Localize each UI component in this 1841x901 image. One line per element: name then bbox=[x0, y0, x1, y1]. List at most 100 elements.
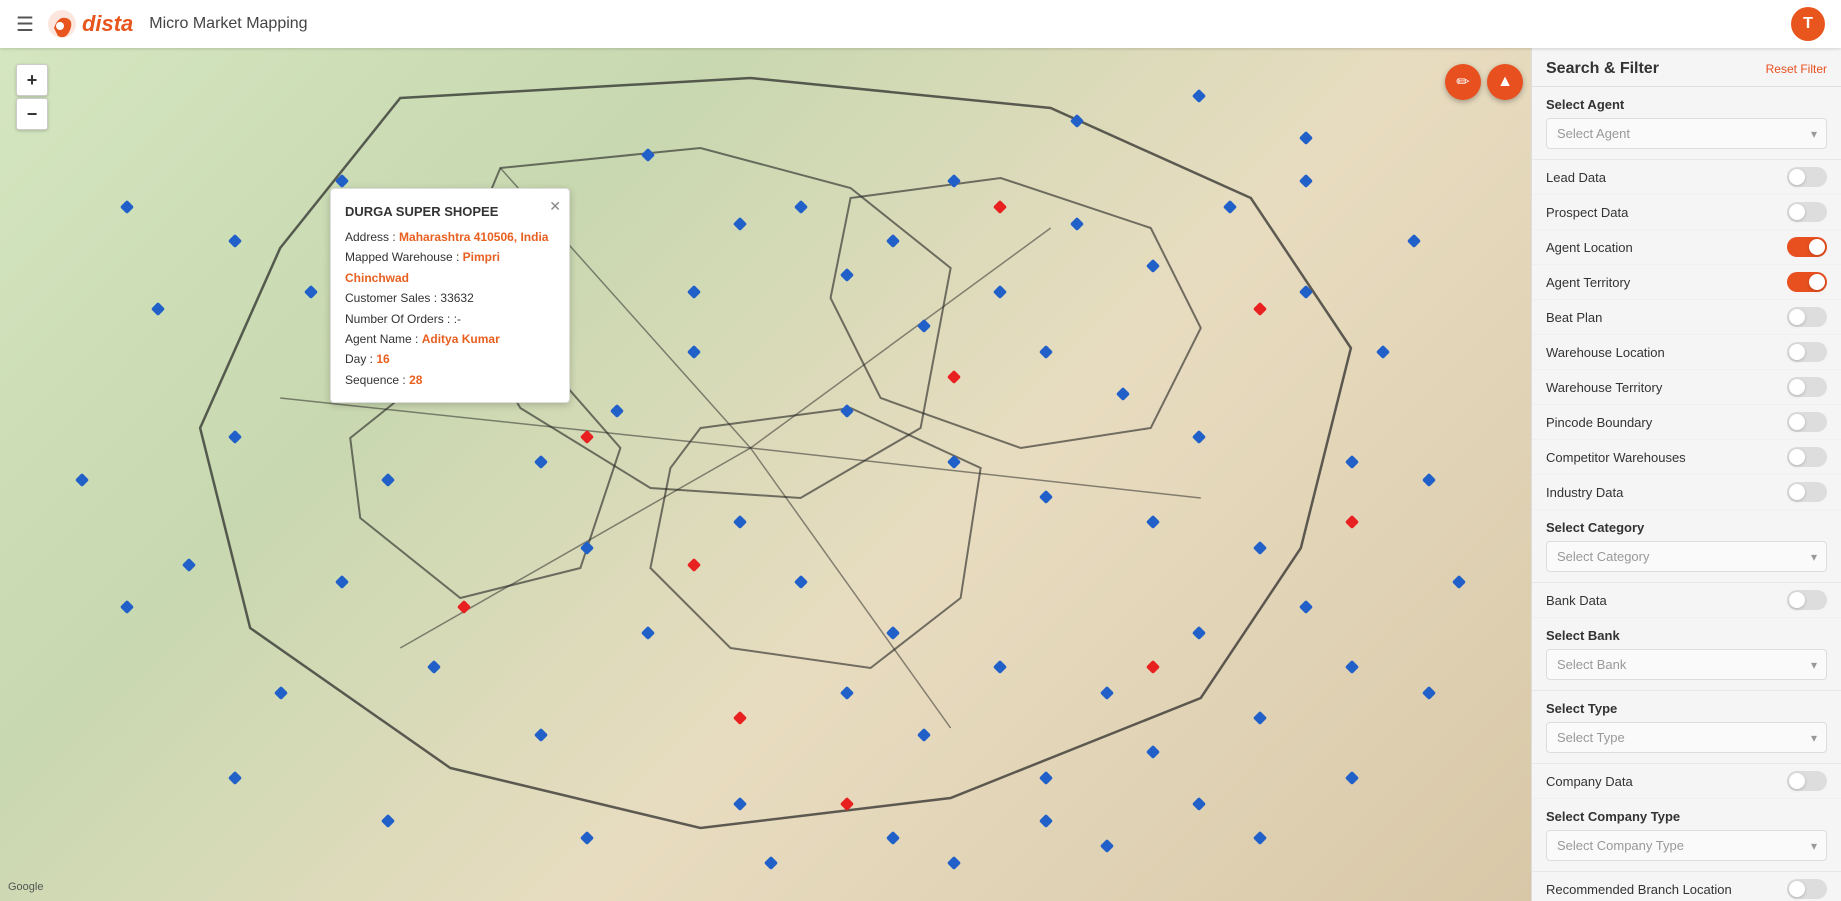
map-dot-16 bbox=[947, 455, 961, 469]
user-avatar[interactable]: T bbox=[1791, 7, 1825, 41]
zoom-in-button[interactable]: + bbox=[16, 64, 48, 96]
map-dot-56 bbox=[182, 558, 196, 572]
map-area[interactable]: ✕ DURGA SUPER SHOPEE Address : Maharasht… bbox=[0, 48, 1531, 901]
map-dot-39 bbox=[534, 455, 548, 469]
map-dot-62 bbox=[228, 771, 242, 785]
map-dot-64 bbox=[580, 831, 594, 845]
map-dot-80 bbox=[947, 370, 961, 384]
toggle-switch-8[interactable] bbox=[1787, 447, 1827, 467]
map-dot-33 bbox=[1146, 745, 1160, 759]
map-dot-61 bbox=[120, 600, 134, 614]
google-logo: Google bbox=[8, 881, 43, 893]
map-dot-27 bbox=[993, 660, 1007, 674]
toggle-switch-6[interactable] bbox=[1787, 377, 1827, 397]
map-dot-59 bbox=[304, 285, 318, 299]
map-dot-13 bbox=[1299, 285, 1313, 299]
map-dot-0 bbox=[794, 199, 808, 213]
select-bank-wrapper[interactable]: Select Bank bbox=[1546, 649, 1827, 680]
toggle-switch-0[interactable] bbox=[1787, 167, 1827, 187]
toggle-row-2: Agent Location bbox=[1532, 230, 1841, 265]
map-dot-18 bbox=[1146, 515, 1160, 529]
header: ☰ dista Micro Market Mapping T bbox=[0, 0, 1841, 48]
toggle-row-4: Beat Plan bbox=[1532, 300, 1841, 335]
select-category-section: Select Category Select Category bbox=[1532, 510, 1841, 583]
map-dot-30 bbox=[1299, 600, 1313, 614]
zoom-out-button[interactable]: − bbox=[16, 98, 48, 130]
map-dot-36 bbox=[840, 686, 854, 700]
select-category-label: Select Category bbox=[1546, 520, 1827, 535]
map-dot-53 bbox=[1452, 575, 1466, 589]
toggle-label-3: Agent Territory bbox=[1546, 275, 1630, 290]
reset-filter-button[interactable]: Reset Filter bbox=[1766, 62, 1827, 76]
toggle-switch-3[interactable] bbox=[1787, 272, 1827, 292]
map-dot-29 bbox=[1192, 626, 1206, 640]
map-dot-47 bbox=[733, 797, 747, 811]
map-dot-50 bbox=[1192, 797, 1206, 811]
toggle-row-3: Agent Territory bbox=[1532, 265, 1841, 300]
map-dot-44 bbox=[335, 575, 349, 589]
toggle-switch-2[interactable] bbox=[1787, 237, 1827, 257]
select-company-type-section: Select Company Type Select Company Type bbox=[1532, 799, 1841, 872]
company-data-toggle[interactable] bbox=[1787, 771, 1827, 791]
map-dots-layer bbox=[0, 48, 1531, 901]
map-dot-6 bbox=[917, 319, 931, 333]
map-dot-52 bbox=[1422, 686, 1436, 700]
map-dot-87 bbox=[733, 711, 747, 725]
select-category-input[interactable]: Select Category bbox=[1546, 541, 1827, 572]
map-dot-4 bbox=[733, 217, 747, 231]
map-dot-25 bbox=[794, 575, 808, 589]
toggle-switch-4[interactable] bbox=[1787, 307, 1827, 327]
close-icon[interactable]: ✕ bbox=[549, 195, 561, 219]
select-category-wrapper[interactable]: Select Category bbox=[1546, 541, 1827, 572]
map-dot-75 bbox=[1070, 114, 1084, 128]
map-dot-73 bbox=[228, 234, 242, 248]
orders-field: Number Of Orders : :- bbox=[345, 309, 555, 329]
select-type-label: Select Type bbox=[1546, 701, 1827, 716]
select-company-type-label: Select Company Type bbox=[1546, 809, 1827, 824]
collapse-fab-button[interactable]: ▲ bbox=[1487, 64, 1523, 100]
bank-data-toggle[interactable] bbox=[1787, 590, 1827, 610]
map-dot-38 bbox=[580, 541, 594, 555]
toggle-switch-1[interactable] bbox=[1787, 202, 1827, 222]
map-dot-68 bbox=[1253, 831, 1267, 845]
select-type-wrapper[interactable]: Select Type bbox=[1546, 722, 1827, 753]
toggle-switch-5[interactable] bbox=[1787, 342, 1827, 362]
map-dot-69 bbox=[641, 148, 655, 162]
map-dot-81 bbox=[1146, 660, 1160, 674]
map-dot-63 bbox=[381, 814, 395, 828]
select-bank-input[interactable]: Select Bank bbox=[1546, 649, 1827, 680]
map-dot-22 bbox=[1406, 234, 1420, 248]
sales-field: Customer Sales : 33632 bbox=[345, 288, 555, 308]
map-dot-79 bbox=[687, 558, 701, 572]
select-type-input[interactable]: Select Type bbox=[1546, 722, 1827, 753]
map-dot-54 bbox=[1422, 472, 1436, 486]
toggle-row-9: Industry Data bbox=[1532, 475, 1841, 510]
select-agent-wrapper[interactable]: Select Agent bbox=[1546, 118, 1827, 149]
recommended-branch-toggle[interactable] bbox=[1787, 879, 1827, 899]
toggle-rows-container: Lead DataProspect DataAgent LocationAgen… bbox=[1532, 160, 1841, 510]
bank-data-toggle-row: Bank Data bbox=[1532, 583, 1841, 618]
map-dot-48 bbox=[886, 831, 900, 845]
edit-fab-button[interactable]: ✏ bbox=[1445, 64, 1481, 100]
map-dot-83 bbox=[840, 797, 854, 811]
map-dot-65 bbox=[763, 856, 777, 870]
toggle-row-6: Warehouse Territory bbox=[1532, 370, 1841, 405]
select-agent-input[interactable]: Select Agent bbox=[1546, 118, 1827, 149]
toggle-label-5: Warehouse Location bbox=[1546, 345, 1665, 360]
warehouse-field: Mapped Warehouse : Pimpri Chinchwad bbox=[345, 247, 555, 288]
select-company-type-wrapper[interactable]: Select Company Type bbox=[1546, 830, 1827, 861]
company-data-toggle-row: Company Data bbox=[1532, 764, 1841, 799]
toggle-label-1: Prospect Data bbox=[1546, 205, 1628, 220]
menu-icon[interactable]: ☰ bbox=[16, 12, 34, 37]
map-dot-28 bbox=[1100, 686, 1114, 700]
select-company-type-input[interactable]: Select Company Type bbox=[1546, 830, 1827, 861]
map-dot-58 bbox=[151, 302, 165, 316]
map-dot-19 bbox=[1253, 541, 1267, 555]
shop-name: DURGA SUPER SHOPEE bbox=[345, 201, 555, 223]
toggle-switch-9[interactable] bbox=[1787, 482, 1827, 502]
toggle-row-8: Competitor Warehouses bbox=[1532, 440, 1841, 475]
map-dot-67 bbox=[1100, 839, 1114, 853]
select-bank-section: Select Bank Select Bank bbox=[1532, 618, 1841, 691]
toggle-label-2: Agent Location bbox=[1546, 240, 1633, 255]
toggle-switch-7[interactable] bbox=[1787, 412, 1827, 432]
